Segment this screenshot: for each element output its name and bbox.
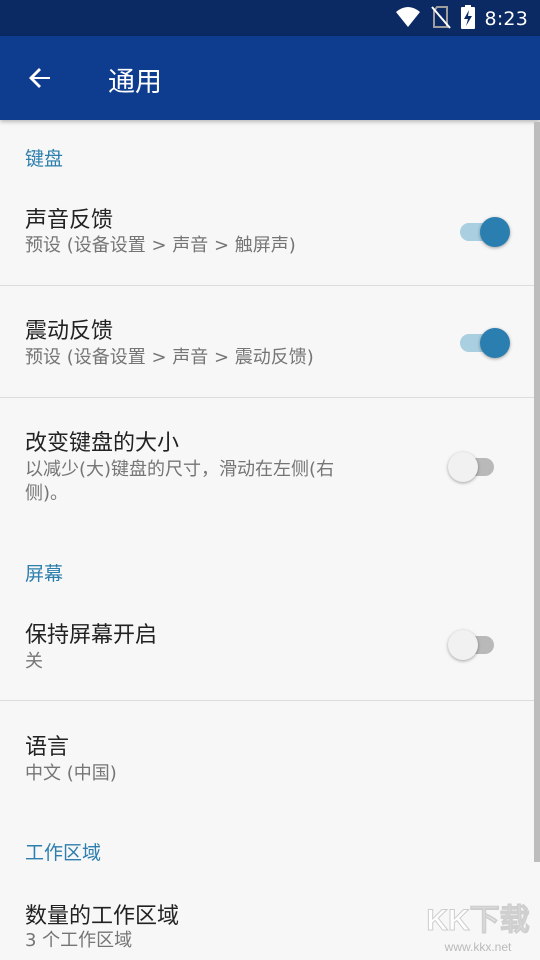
status-bar: 8:23 [0, 0, 540, 36]
pref-summary: 关 [25, 651, 43, 672]
watermark-text: KK下载 [426, 904, 529, 937]
arrow-back-icon [20, 68, 60, 102]
no-sim-icon [430, 5, 451, 33]
switch-thumb [448, 452, 478, 482]
pref-keep-screen-on[interactable]: 保持屏幕开启 关 [0, 596, 540, 700]
switch-thumb [480, 328, 510, 358]
pref-title: 保持屏幕开启 [25, 623, 158, 648]
battery-charging-icon [460, 5, 475, 33]
section-header-screen: 屏幕 [25, 563, 64, 585]
watermark-url: www.kkx.net [444, 940, 512, 954]
pref-title: 语言 [25, 735, 70, 760]
keep-screen-on-switch[interactable] [446, 626, 506, 662]
resize-keyboard-switch[interactable] [446, 448, 506, 484]
app-bar: 通用 [0, 36, 540, 120]
pref-summary: 中文 (中国) [25, 763, 117, 784]
vibration-feedback-switch[interactable] [452, 324, 512, 360]
pref-summary: 预设 (设备设置 > 声音 > 触屏声) [25, 235, 296, 256]
sound-feedback-switch[interactable] [452, 213, 512, 249]
pref-language[interactable]: 语言 中文 (中国) [0, 701, 540, 811]
pref-title: 改变键盘的大小 [25, 431, 180, 456]
status-icons: 8:23 [395, 5, 528, 33]
pref-title: 震动反馈 [25, 319, 114, 344]
status-time: 8:23 [484, 8, 528, 30]
pref-sound-feedback[interactable]: 声音反馈 预设 (设备设置 > 声音 > 触屏声) [0, 180, 540, 286]
pref-summary: 3 个工作区域 [25, 930, 133, 951]
switch-thumb [448, 630, 478, 660]
pref-summary: 预设 (设备设置 > 声音 > 震动反馈) [25, 347, 314, 368]
scrollbar[interactable] [534, 122, 540, 862]
pref-resize-keyboard[interactable]: 改变键盘的大小 以减少(大)键盘的尺寸，滑动在左侧(右 侧)。 [0, 398, 540, 528]
switch-thumb [480, 217, 510, 247]
wifi-icon [395, 6, 421, 32]
pref-summary-line1: 以减少(大)键盘的尺寸，滑动在左侧(右 [25, 459, 335, 480]
pref-title: 数量的工作区域 [25, 904, 180, 929]
section-header-workspace: 工作区域 [25, 842, 102, 864]
pref-summary-line2: 侧)。 [25, 483, 69, 504]
back-button[interactable] [20, 58, 60, 98]
watermark-logo: KK下载 www.kkx.net [418, 896, 538, 956]
page-title: 通用 [108, 67, 162, 98]
pref-vibration-feedback[interactable]: 震动反馈 预设 (设备设置 > 声音 > 震动反馈) [0, 286, 540, 397]
section-header-keyboard: 键盘 [25, 148, 64, 170]
pref-title: 声音反馈 [25, 208, 114, 233]
